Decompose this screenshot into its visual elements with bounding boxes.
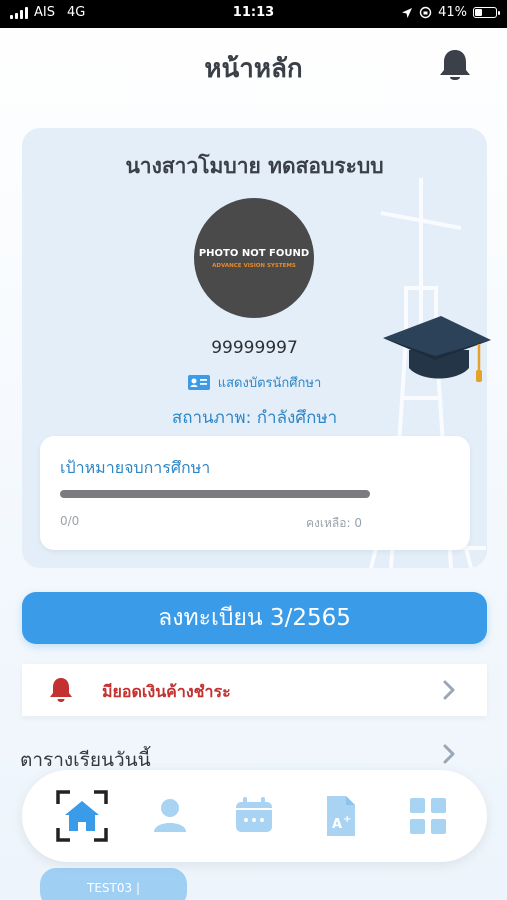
screen: AIS 4G 11:13 41% หน้าหลัก นางสาวโมบาย ทด… <box>0 0 507 900</box>
chevron-right-icon <box>443 680 455 700</box>
orientation-lock-icon <box>419 6 432 19</box>
avatar-placeholder-text: PHOTO NOT FOUND <box>198 248 310 259</box>
grade-document-icon[interactable]: A + <box>314 790 366 842</box>
svg-text:A: A <box>332 817 342 832</box>
bell-icon[interactable] <box>435 46 475 86</box>
grid-menu-icon[interactable] <box>402 790 454 842</box>
goal-progress-text: 0/0 <box>60 514 80 528</box>
status-right: 41% <box>401 5 500 20</box>
calendar-icon[interactable] <box>228 790 280 842</box>
avatar-placeholder-subtext: ADVANCE VISION SYSTEMS <box>212 263 296 269</box>
student-status: สถานภาพ: กำลังศึกษา <box>171 408 338 428</box>
register-button[interactable]: ลงทะเบียน 3/2565 <box>22 592 487 644</box>
avatar[interactable]: PHOTO NOT FOUND ADVANCE VISION SYSTEMS <box>194 198 314 318</box>
goal-remaining-text: คงเหลือ: 0 <box>306 516 362 530</box>
bottom-nav: A + <box>22 770 487 862</box>
battery-percent: 41% <box>438 5 467 20</box>
outstanding-balance-row[interactable]: มียอดเงินค้างชำระ <box>22 664 487 716</box>
alert-bell-icon <box>50 678 72 702</box>
home-icon[interactable] <box>56 790 108 842</box>
profile-icon[interactable] <box>144 790 196 842</box>
graduation-goal-card[interactable]: เป้าหมายจบการศึกษา 0/0 คงเหลือ: 0 <box>40 436 470 550</box>
chevron-right-icon[interactable] <box>442 743 456 765</box>
location-icon <box>402 7 413 18</box>
battery-icon <box>473 7 500 18</box>
goal-title: เป้าหมายจบการศึกษา <box>60 458 211 477</box>
svg-text:+: + <box>343 814 351 825</box>
show-student-card-label: แสดงบัตรนักศึกษา <box>217 376 322 391</box>
graduation-cap-icon <box>383 316 491 382</box>
status-bar: AIS 4G 11:13 41% <box>0 0 507 28</box>
page-title: หน้าหลัก <box>204 54 303 84</box>
student-name: นางสาวโมบาย ทดสอบระบบ <box>125 154 384 178</box>
outstanding-balance-label: มียอดเงินค้างชำระ <box>102 682 231 701</box>
schedule-chip[interactable]: TEST03 | <box>40 868 187 900</box>
goal-progress-bar <box>60 490 370 498</box>
id-card-icon <box>187 375 210 390</box>
